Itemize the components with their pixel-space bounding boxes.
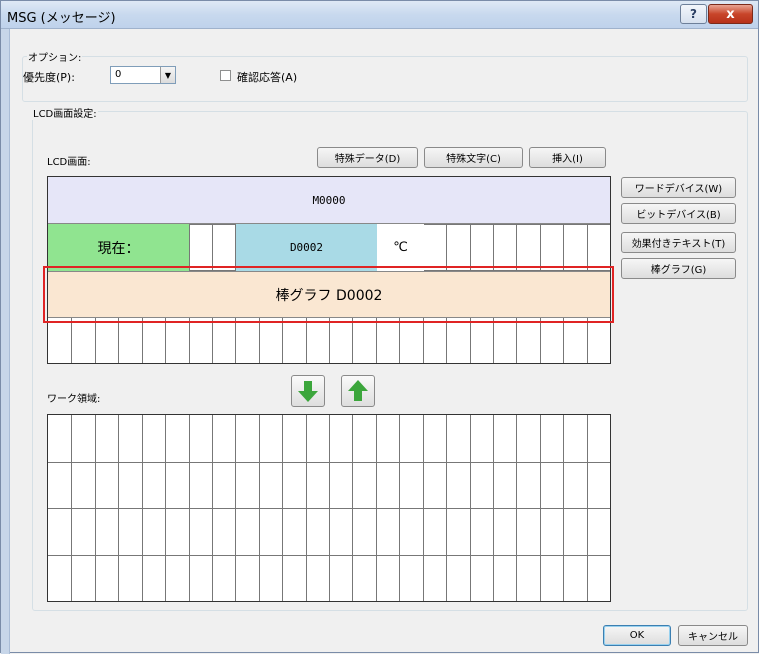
work-area-label: ワーク領域: [47,394,101,405]
bar-graph-button[interactable]: 棒グラフ(G) [621,258,736,279]
work-area-grid[interactable] [47,414,611,602]
msg-dialog: MSG (メッセージ) ? x オプション: 優先度(P): 0 ▼ 確認応答(… [0,0,759,654]
move-up-button[interactable] [341,375,375,407]
arrow-up-icon [348,380,368,401]
close-button[interactable]: x [708,4,753,24]
priority-select[interactable]: 0 ▼ [110,66,176,84]
confirm-checkbox[interactable] [220,70,231,81]
lcd-device-block[interactable]: D0002 [236,224,377,271]
lcd-row1-text: M0000 [312,193,346,207]
lcd-unit-block[interactable]: ℃ [377,224,424,271]
chevron-down-icon[interactable]: ▼ [160,67,175,83]
lcd-device-text: D0002 [289,241,324,254]
special-data-button[interactable]: 特殊データ(D) [317,147,418,168]
window-title: MSG (メッセージ) [7,11,116,26]
lcd-row1-block[interactable]: M0000 [48,177,610,224]
work-grid-lines [48,415,610,601]
bit-device-button[interactable]: ビットデバイス(B) [621,203,736,224]
ok-button[interactable]: OK [603,625,671,646]
priority-value: 0 [115,69,122,80]
lcd-screen-label: LCD画面: [47,157,91,168]
effect-text-button[interactable]: 効果付きテキスト(T) [621,232,736,253]
title-bar: MSG (メッセージ) ? x [1,1,758,29]
word-device-button[interactable]: ワードデバイス(W) [621,177,736,198]
confirm-label[interactable]: 確認応答(A) [237,69,297,85]
help-button[interactable]: ? [680,4,707,24]
selection-highlight [43,266,614,323]
move-down-button[interactable] [291,375,325,407]
cancel-button[interactable]: キャンセル [678,625,748,646]
lcd-current-block[interactable]: 現在： [48,224,189,271]
arrow-down-icon [298,381,318,402]
window-border-strip [1,29,10,654]
options-group-label: オプション: [27,49,83,64]
special-char-button[interactable]: 特殊文字(C) [424,147,523,168]
priority-label: 優先度(P): [23,71,75,84]
lcd-unit-text: ℃ [393,240,408,255]
lcd-settings-group-label: LCD画面設定: [32,105,98,120]
lcd-current-text: 現在： [97,240,140,257]
insert-button[interactable]: 挿入(I) [529,147,606,168]
